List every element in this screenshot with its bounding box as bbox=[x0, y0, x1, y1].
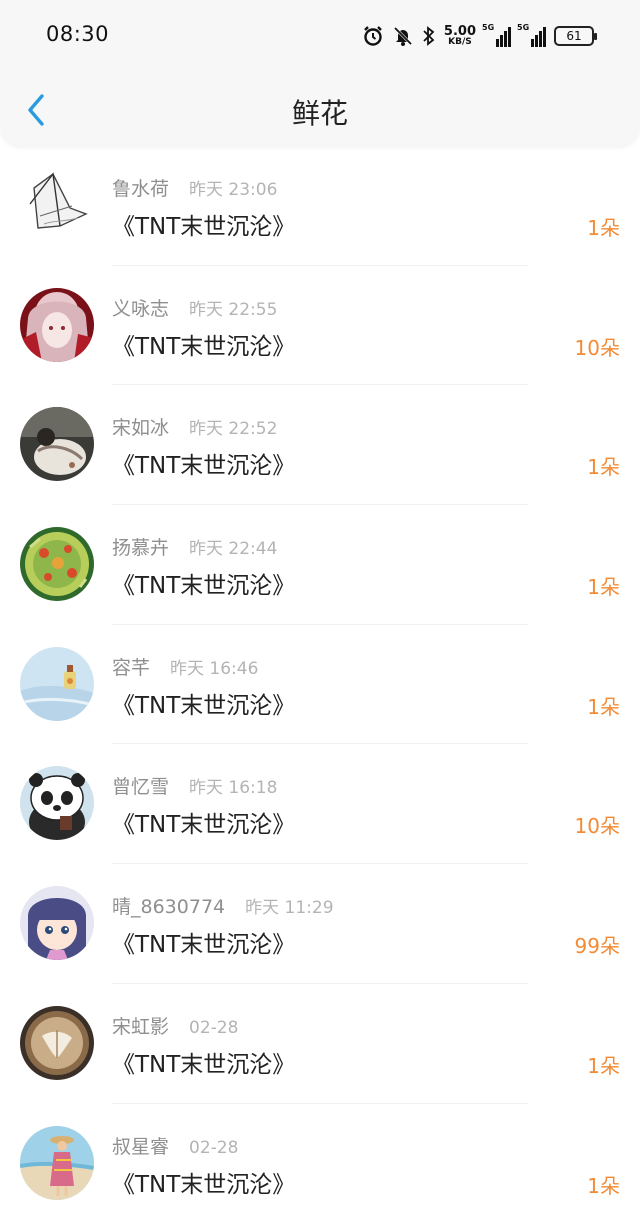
list-item[interactable]: 容芊 昨天 16:46 《TNT末世沉沦》 1朵 bbox=[0, 625, 640, 745]
flower-count: 1朵 bbox=[587, 216, 620, 240]
flower-list: 鲁水荷 昨天 23:06 《TNT末世沉沦》 1朵 义咏志 昨天 22:55 《… bbox=[0, 146, 640, 1219]
signal-icon: 5G bbox=[482, 23, 511, 47]
username[interactable]: 鲁水荷 bbox=[112, 174, 169, 201]
list-item[interactable]: 宋虹影 02-28 《TNT末世沉沦》 1朵 bbox=[0, 984, 640, 1104]
timestamp: 昨天 22:55 bbox=[189, 299, 278, 320]
username[interactable]: 义咏志 bbox=[112, 294, 169, 321]
timestamp: 昨天 22:52 bbox=[189, 419, 278, 440]
timestamp: 02-28 bbox=[189, 1017, 239, 1038]
list-item[interactable]: 义咏志 昨天 22:55 《TNT末世沉沦》 10朵 bbox=[0, 266, 640, 386]
avatar bbox=[20, 1005, 94, 1080]
status-icons: 5.00 KB/S 5G 5G 61 bbox=[362, 22, 597, 50]
timestamp: 昨天 16:46 bbox=[170, 658, 259, 679]
item-meta: 宋虹影 02-28 bbox=[112, 1012, 238, 1039]
bell-off-icon bbox=[392, 25, 414, 47]
item-meta: 容芊 昨天 16:46 bbox=[112, 653, 258, 680]
username[interactable]: 叔星睿 bbox=[112, 1132, 169, 1159]
username[interactable]: 容芊 bbox=[112, 653, 150, 680]
flower-count: 1朵 bbox=[587, 1053, 620, 1078]
network-speed: 5.00 KB/S bbox=[443, 24, 476, 47]
list-item[interactable]: 扬慕卉 昨天 22:44 《TNT末世沉沦》 1朵 bbox=[0, 505, 640, 625]
avatar bbox=[20, 527, 94, 602]
avatar bbox=[20, 886, 94, 961]
avatar bbox=[20, 1125, 94, 1200]
battery-icon: 61 bbox=[554, 26, 597, 46]
flower-count: 99朵 bbox=[574, 934, 620, 959]
book-title[interactable]: 《TNT末世沉沦》 bbox=[112, 686, 295, 720]
book-title[interactable]: 《TNT末世沉沦》 bbox=[112, 207, 295, 241]
avatar bbox=[20, 766, 94, 841]
timestamp: 昨天 16:18 bbox=[189, 778, 278, 799]
flower-count: 10朵 bbox=[574, 335, 620, 360]
book-title[interactable]: 《TNT末世沉沦》 bbox=[112, 1165, 295, 1199]
book-title[interactable]: 《TNT末世沉沦》 bbox=[112, 1045, 295, 1079]
timestamp: 昨天 11:29 bbox=[245, 898, 334, 919]
item-meta: 义咏志 昨天 22:55 bbox=[112, 294, 277, 321]
item-meta: 扬慕卉 昨天 22:44 bbox=[112, 533, 277, 560]
item-meta: 叔星睿 02-28 bbox=[112, 1132, 238, 1159]
avatar bbox=[20, 287, 94, 362]
avatar bbox=[20, 168, 94, 242]
avatar bbox=[20, 407, 94, 482]
alarm-icon bbox=[362, 25, 384, 47]
item-meta: 宋如冰 昨天 22:52 bbox=[112, 413, 277, 440]
flower-count: 1朵 bbox=[587, 455, 620, 480]
username[interactable]: 曾忆雪 bbox=[112, 772, 169, 799]
list-item[interactable]: 晴_8630774 昨天 11:29 《TNT末世沉沦》 99朵 bbox=[0, 864, 640, 984]
list-item[interactable]: 鲁水荷 昨天 23:06 《TNT末世沉沦》 1朵 bbox=[0, 146, 640, 266]
list-item[interactable]: 曾忆雪 昨天 16:18 《TNT末世沉沦》 10朵 bbox=[0, 744, 640, 865]
book-title[interactable]: 《TNT末世沉沦》 bbox=[112, 805, 295, 839]
list-item[interactable]: 叔星睿 02-28 《TNT末世沉沦》 1朵 bbox=[0, 1104, 640, 1219]
book-title[interactable]: 《TNT末世沉沦》 bbox=[112, 327, 295, 361]
book-title[interactable]: 《TNT末世沉沦》 bbox=[112, 446, 295, 480]
page-title: 鲜花 bbox=[291, 97, 348, 130]
book-title[interactable]: 《TNT末世沉沦》 bbox=[112, 566, 295, 600]
username[interactable]: 宋如冰 bbox=[112, 413, 169, 440]
avatar bbox=[20, 646, 94, 721]
status-time: 08:30 bbox=[46, 22, 110, 46]
status-bar: 08:30 5.00 KB/S 5G 5G 61 bbox=[0, 0, 640, 72]
flower-count: 1朵 bbox=[587, 1173, 620, 1198]
timestamp: 昨天 22:44 bbox=[189, 539, 278, 560]
item-meta: 晴_8630774 昨天 11:29 bbox=[112, 892, 334, 919]
header: 鲜花 bbox=[0, 72, 640, 146]
list-item[interactable]: 宋如冰 昨天 22:52 《TNT末世沉沦》 1朵 bbox=[0, 385, 640, 506]
username[interactable]: 扬慕卉 bbox=[112, 533, 169, 560]
flower-count: 1朵 bbox=[587, 694, 620, 719]
username[interactable]: 宋虹影 bbox=[112, 1012, 169, 1039]
timestamp: 昨天 23:06 bbox=[189, 180, 278, 200]
flower-count: 10朵 bbox=[574, 814, 620, 839]
flower-count: 1朵 bbox=[587, 575, 620, 600]
item-meta: 鲁水荷 昨天 23:06 bbox=[112, 174, 277, 201]
bluetooth-icon bbox=[422, 25, 436, 47]
item-meta: 曾忆雪 昨天 16:18 bbox=[112, 772, 277, 799]
book-title[interactable]: 《TNT末世沉沦》 bbox=[112, 925, 295, 959]
username[interactable]: 晴_8630774 bbox=[112, 892, 225, 919]
signal-icon-2: 5G bbox=[517, 23, 546, 47]
timestamp: 02-28 bbox=[189, 1137, 239, 1158]
